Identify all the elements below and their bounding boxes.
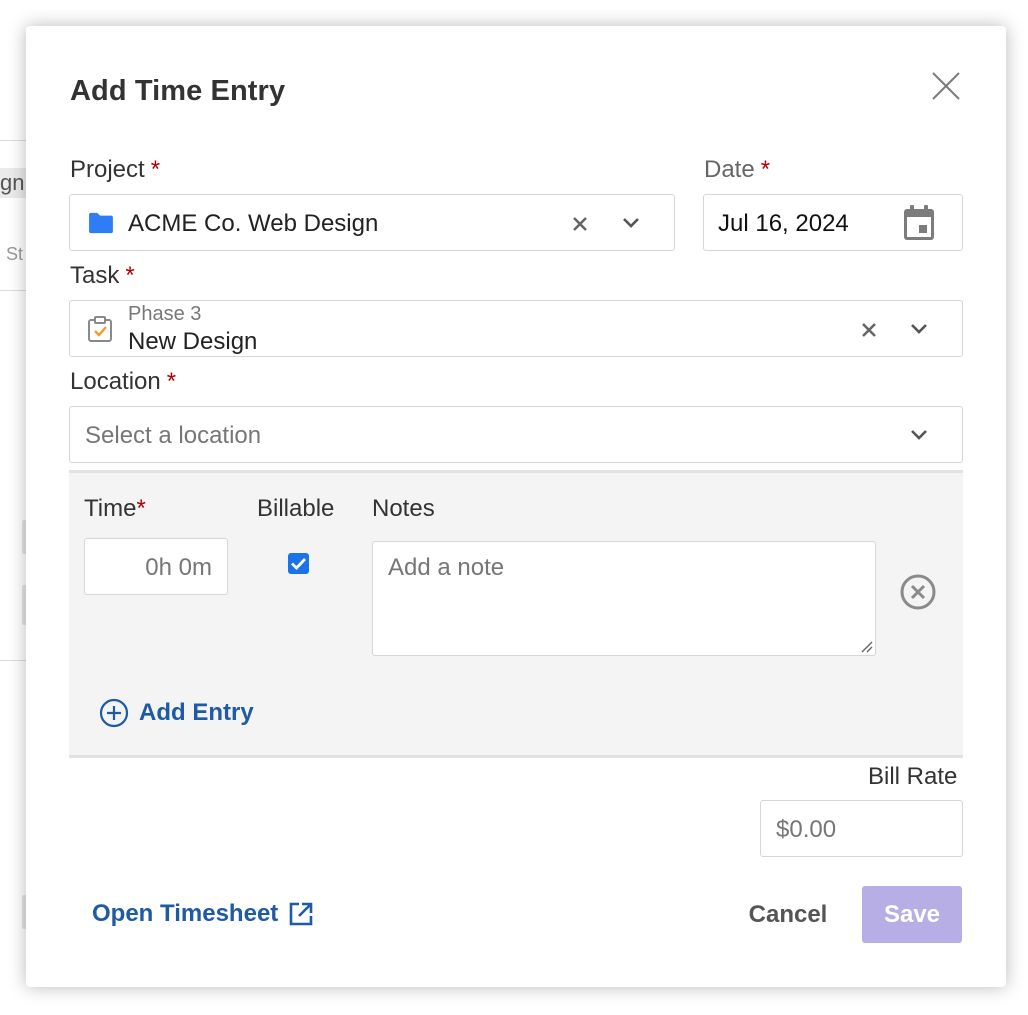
- clear-icon[interactable]: [861, 322, 877, 338]
- bill-rate-label: Bill Rate: [868, 763, 958, 790]
- location-select[interactable]: Select a location: [69, 406, 963, 463]
- notes-placeholder: Add a note: [388, 554, 505, 581]
- add-entry-label: Add Entry: [139, 699, 254, 726]
- folder-icon: [89, 212, 113, 234]
- date-input[interactable]: Jul 16, 2024: [703, 194, 963, 251]
- check-icon: [291, 558, 307, 571]
- background-text-fragment: St: [6, 244, 24, 264]
- required-mark: *: [136, 495, 146, 522]
- background-text-fragment: gn: [0, 168, 27, 198]
- project-select[interactable]: ACME Co. Web Design: [69, 194, 675, 251]
- date-value: Jul 16, 2024: [718, 210, 849, 237]
- time-input[interactable]: 0h 0m: [84, 538, 228, 595]
- chevron-down-icon[interactable]: [622, 217, 640, 229]
- time-entry-panel: Time* Billable Notes 0h 0m Add a note Ad…: [69, 470, 963, 758]
- billable-label: Billable: [257, 495, 335, 522]
- task-label: Task *: [70, 262, 135, 289]
- project-value: ACME Co. Web Design: [128, 210, 379, 237]
- required-mark: *: [125, 262, 135, 289]
- clear-icon[interactable]: [572, 216, 588, 232]
- cancel-button[interactable]: Cancel: [738, 886, 838, 943]
- external-link-icon: [289, 902, 313, 926]
- open-timesheet-link[interactable]: Open Timesheet: [92, 900, 314, 928]
- open-timesheet-label: Open Timesheet: [92, 900, 279, 927]
- required-mark: *: [150, 156, 161, 183]
- chevron-down-icon[interactable]: [910, 429, 928, 441]
- task-clipboard-icon: [88, 316, 112, 342]
- remove-entry-icon[interactable]: [899, 573, 937, 611]
- task-phase: Phase 3: [128, 303, 202, 325]
- bill-rate-input[interactable]: $0.00: [760, 800, 963, 857]
- date-label: Date *: [704, 156, 771, 183]
- location-placeholder: Select a location: [85, 422, 262, 449]
- chevron-down-icon[interactable]: [910, 323, 928, 335]
- save-button[interactable]: Save: [862, 886, 962, 943]
- dialog-title: Add Time Entry: [70, 75, 286, 107]
- bill-rate-placeholder: $0.00: [776, 816, 837, 843]
- time-label: Time*: [84, 495, 146, 522]
- notes-label: Notes: [372, 495, 435, 522]
- resize-grip-icon[interactable]: [859, 639, 873, 653]
- close-icon[interactable]: [930, 70, 962, 102]
- add-time-entry-dialog: Add Time Entry Project * ACME Co. Web Des…: [26, 26, 1006, 987]
- task-value: New Design: [128, 328, 258, 355]
- notes-textarea[interactable]: Add a note: [372, 541, 876, 656]
- billable-checkbox[interactable]: [288, 553, 309, 574]
- required-mark: *: [760, 156, 771, 183]
- calendar-icon[interactable]: [902, 204, 936, 242]
- plus-circle-icon: [99, 698, 129, 728]
- add-entry-button[interactable]: Add Entry: [99, 697, 254, 729]
- required-mark: *: [166, 368, 177, 395]
- location-label: Location *: [70, 368, 177, 395]
- project-label: Project *: [70, 156, 161, 183]
- task-select[interactable]: Phase 3 New Design: [69, 300, 963, 357]
